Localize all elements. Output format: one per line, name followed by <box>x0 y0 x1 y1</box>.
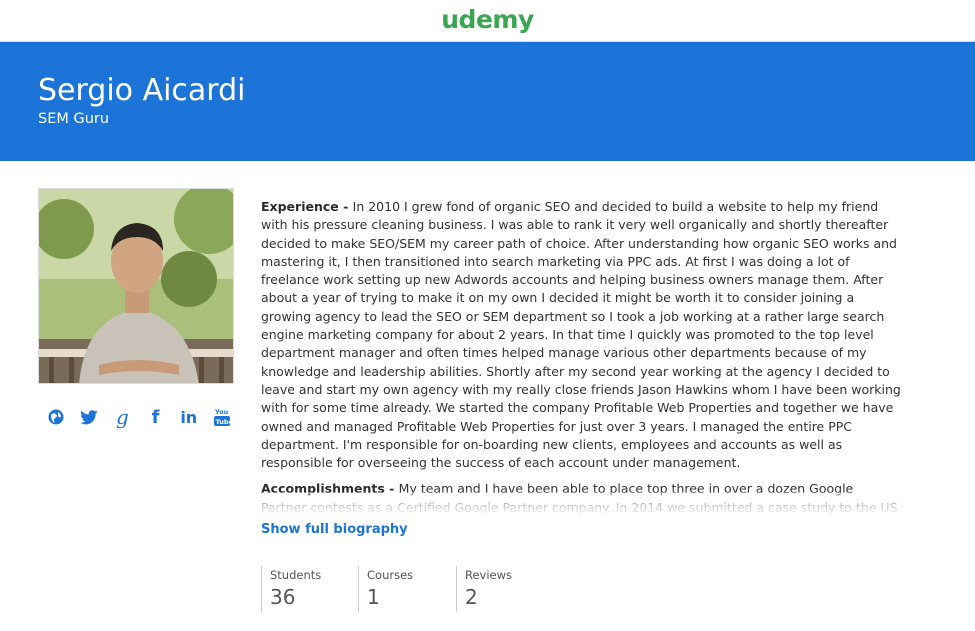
stat-label: Students <box>270 568 322 582</box>
stat-label: Reviews <box>465 568 513 582</box>
stat-label: Courses <box>367 568 414 582</box>
show-full-biography-link[interactable]: Show full biography <box>261 522 408 537</box>
instructor-title: SEM Guru <box>38 111 110 127</box>
linkedin-icon[interactable]: in <box>179 407 199 427</box>
udemy-logo[interactable]: udemy <box>441 5 534 34</box>
bio-fade-overlay <box>261 492 901 517</box>
profile-content: g f in You Tube Experience - In 2010 I gr… <box>0 161 975 631</box>
twitter-icon[interactable] <box>79 407 99 427</box>
stat-students: Students 36 <box>261 566 358 612</box>
youtube-icon[interactable]: You Tube <box>212 407 232 427</box>
svg-text:You: You <box>214 408 229 416</box>
facebook-icon[interactable]: f <box>146 407 166 428</box>
stat-value: 2 <box>465 585 478 609</box>
google-plus-icon[interactable]: g <box>112 405 132 429</box>
accomplishments-preview: Accomplishments - My team and I have bee… <box>261 480 901 517</box>
social-links: g f in You Tube <box>46 405 232 429</box>
globe-icon[interactable] <box>46 407 66 427</box>
stat-value: 1 <box>367 585 380 609</box>
profile-hero: Sergio Aicardi SEM Guru <box>0 42 975 161</box>
biography: Experience - In 2010 I grew fond of orga… <box>261 198 901 517</box>
instructor-name: Sergio Aicardi <box>38 73 246 108</box>
stat-value: 36 <box>270 585 296 609</box>
svg-text:Tube: Tube <box>215 418 230 426</box>
experience-text: In 2010 I grew fond of organic SEO and d… <box>261 199 901 471</box>
top-bar: udemy <box>0 0 975 42</box>
instructor-stats: Students 36 Courses 1 Reviews 2 <box>261 566 536 612</box>
stat-reviews: Reviews 2 <box>456 566 536 612</box>
experience-label: Experience - <box>261 199 353 214</box>
stat-courses: Courses 1 <box>358 566 456 612</box>
experience-paragraph: Experience - In 2010 I grew fond of orga… <box>261 198 901 472</box>
instructor-photo <box>38 188 234 384</box>
